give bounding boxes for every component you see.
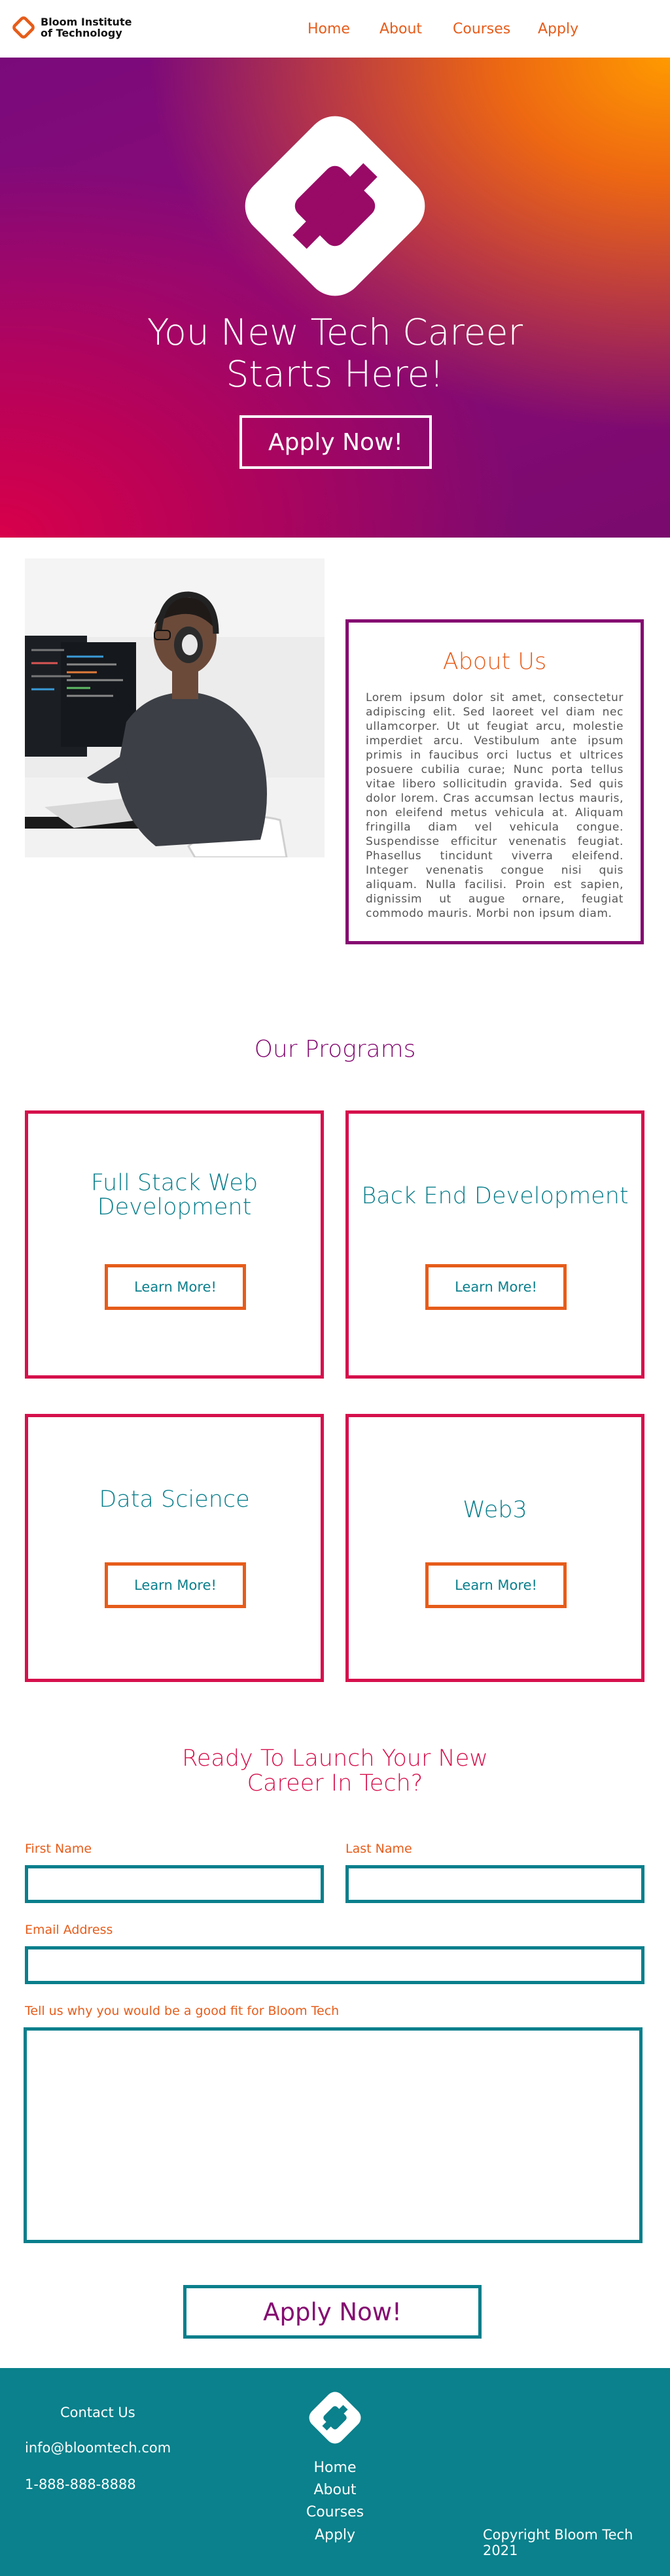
footer-link-apply-label: Apply [314,2527,356,2543]
hero-logo-icon [245,116,425,296]
footer-logo-icon [309,2392,361,2444]
form-title-line-2: Career In Tech? [247,1770,423,1796]
program-card-title: Web3 [463,1497,527,1523]
footer-link-about[interactable]: About [0,2482,670,2498]
hero-title-line-2: Starts Here! [226,353,444,395]
learn-more-button[interactable]: Learn More! [105,1264,246,1310]
footer-link-courses[interactable]: Courses [0,2504,670,2520]
hero-title: You New Tech Career Starts Here! [0,311,670,395]
developer-at-desk-image [25,558,325,857]
program-card-data-science: Data Science Learn More! [25,1414,324,1682]
logo-line-2: of Technology [41,27,122,39]
bloom-logo-icon [12,16,35,39]
site-header: Bloom Institute of Technology Home About… [0,0,670,58]
reason-label: Tell us why you would be a good fit for … [25,2004,340,2018]
learn-more-button[interactable]: Learn More! [425,1264,567,1310]
logo-wordmark: Bloom Institute of Technology [41,16,132,39]
about-text: Lorem ipsum dolor sit amet, consectetur … [366,691,624,920]
first-name-label: First Name [25,1842,92,1856]
site-logo[interactable]: Bloom Institute of Technology [12,16,132,39]
program-card-back-end: Back End Development Learn More! [345,1110,644,1379]
about-title: About Us [442,649,547,675]
form-title-line-1: Ready To Launch Your New [182,1745,488,1772]
program-card-title: Data Science [99,1486,250,1513]
email-field[interactable] [25,1946,644,1984]
hero-title-line-1: You New Tech Career [147,311,523,353]
hero-section: You New Tech Career Starts Here! Apply N… [0,58,670,538]
about-card: About Us Lorem ipsum dolor sit amet, con… [345,619,644,944]
nav-link-courses[interactable]: Courses [453,21,510,37]
nav-link-about[interactable]: About [379,21,422,37]
nav-link-home[interactable]: Home [308,21,350,37]
footer-link-courses-label: Courses [306,2504,364,2520]
program-card-title: Back End Development [361,1183,629,1209]
program-card-web3: Web3 Learn More! [345,1414,644,1682]
learn-more-button[interactable]: Learn More! [425,1562,567,1608]
footer-link-about-label: About [313,2482,357,2498]
programs-title: Our Programs [254,1036,416,1063]
last-name-label: Last Name [345,1842,412,1856]
footer-copyright: Copyright Bloom Tech 2021 [483,2527,633,2558]
footer-email[interactable]: info@bloomtech.com [25,2440,171,2456]
hero-apply-button[interactable]: Apply Now! [239,415,432,469]
footer-link-home[interactable]: Home [0,2460,670,2476]
form-title: Ready To Launch Your New Career In Tech? [0,1746,670,1796]
nav-link-apply[interactable]: Apply [538,21,578,37]
reason-textarea[interactable] [24,2027,643,2243]
about-photo [25,558,325,857]
page: Bloom Institute of Technology Home About… [0,0,670,2576]
email-label: Email Address [25,1923,113,1937]
footer-link-home-label: Home [313,2460,357,2476]
last-name-field[interactable] [345,1865,644,1903]
site-footer: Contact Us info@bloomtech.com 1-888-888-… [0,2368,670,2576]
program-card-full-stack: Full Stack Web Development Learn More! [25,1110,324,1379]
first-name-field[interactable] [25,1865,324,1903]
footer-contact-title: Contact Us [60,2405,135,2420]
program-card-title: Full Stack Web Development [90,1170,258,1220]
learn-more-button[interactable]: Learn More! [105,1562,246,1608]
submit-apply-button[interactable]: Apply Now! [183,2285,482,2339]
logo-line-1: Bloom Institute [41,16,132,28]
